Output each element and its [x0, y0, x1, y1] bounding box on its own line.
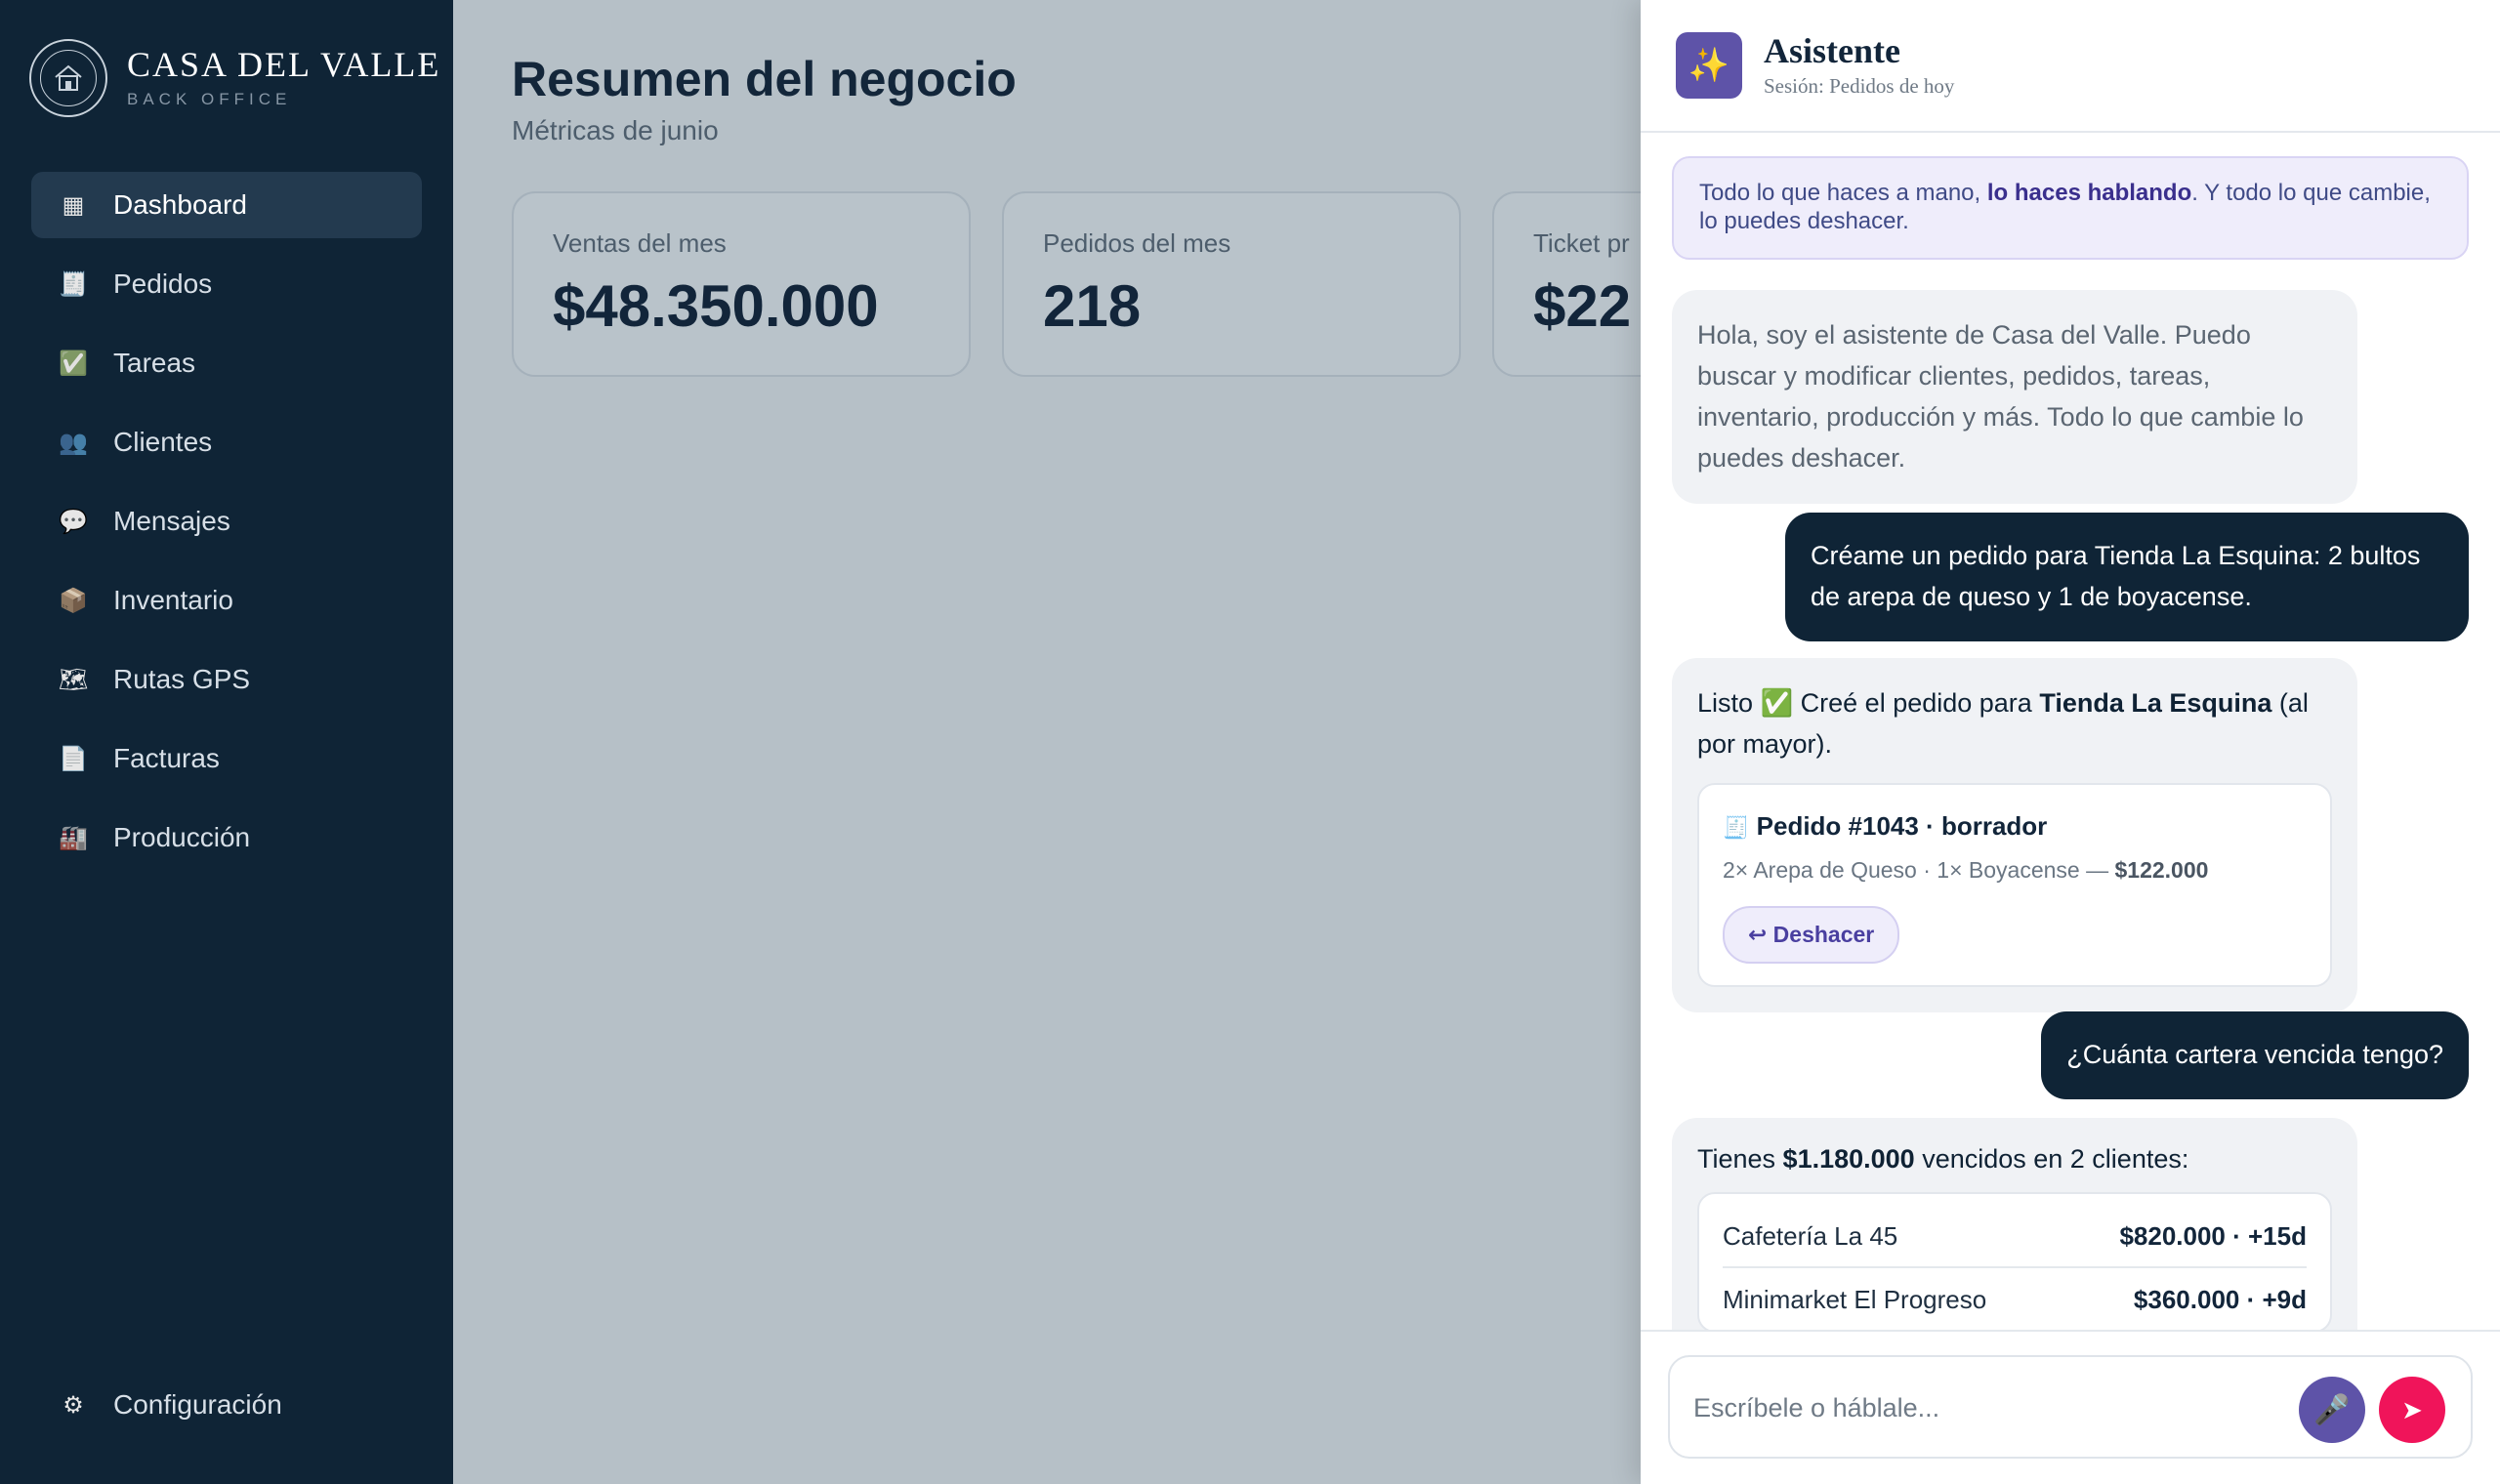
- sidebar-item-label: Pedidos: [113, 268, 213, 299]
- invoice-icon: 📄: [59, 745, 88, 772]
- page-title: Resumen del negocio: [512, 52, 1017, 106]
- debt-amount: $820.000 · +15d: [2119, 1221, 2307, 1252]
- order-title: 🧾 Pedido #1043 · borrador: [1723, 806, 2307, 845]
- send-icon: ➤: [2401, 1394, 2423, 1424]
- message-input[interactable]: [1693, 1386, 2279, 1429]
- brand[interactable]: CASA DEL VALLE BACK OFFICE: [29, 39, 440, 117]
- sidebar: CASA DEL VALLE BACK OFFICE ▦ Dashboard 🧾…: [0, 0, 453, 1484]
- order-card[interactable]: 🧾 Pedido #1043 · borrador 2× Arepa de Qu…: [1697, 782, 2332, 988]
- table-row[interactable]: Cafetería La 45 $820.000 · +15d: [1723, 1206, 2307, 1269]
- assistant-header: ✨ Asistente Sesión: Pedidos de hoy: [1641, 0, 2500, 133]
- sidebar-item-dashboard[interactable]: ▦ Dashboard: [31, 172, 422, 238]
- chat-icon: 💬: [59, 508, 88, 535]
- dashboard-main: Resumen del negocio Métricas de junio Ve…: [453, 0, 1951, 1484]
- debt-total: $1.180.000: [1782, 1144, 1915, 1174]
- metric-label: Ventas del mes: [553, 228, 727, 258]
- message-text: vencidos en 2 clientes:: [1914, 1144, 2189, 1174]
- receipt-icon: 🧾: [59, 270, 88, 298]
- map-icon: 🗺: [58, 666, 89, 693]
- sidebar-item-label: Producción: [113, 822, 251, 852]
- sidebar-item-label: Rutas GPS: [113, 664, 251, 694]
- factory-icon: 🏭: [59, 824, 88, 851]
- brand-logo: [29, 39, 107, 117]
- users-icon: 👥: [59, 429, 88, 456]
- bot-debt-text: Tienes $1.180.000 vencidos en 2 clientes…: [1697, 1143, 2332, 1175]
- assistant-title: Asistente: [1764, 30, 1900, 70]
- metric-value: $48.350.000: [553, 273, 879, 339]
- assistant-panel: ✨ Asistente Sesión: Pedidos de hoy Todo …: [1641, 0, 2500, 1484]
- bot-message-order: Listo ✅ Creé el pedido para Tienda La Es…: [1672, 658, 2357, 1013]
- debt-client: Cafetería La 45: [1723, 1221, 1898, 1252]
- sidebar-item-inventario[interactable]: 📦 Inventario: [31, 567, 422, 634]
- bot-message-greeting: Hola, soy el asistente de Casa del Valle…: [1672, 290, 2357, 505]
- sidebar-item-pedidos[interactable]: 🧾 Pedidos: [31, 251, 422, 317]
- brand-name: CASA DEL VALLE: [127, 45, 441, 84]
- composer: 🎤 ➤: [1668, 1355, 2473, 1459]
- sidebar-item-label: Clientes: [113, 427, 213, 457]
- metric-card-ventas[interactable]: Ventas del mes $48.350.000: [512, 191, 971, 377]
- message-text: Tienes: [1697, 1144, 1783, 1174]
- debt-client: Minimarket El Progreso: [1723, 1285, 1987, 1315]
- brand-subtitle: BACK OFFICE: [127, 90, 292, 108]
- debt-amount: $360.000 · +9d: [2133, 1285, 2307, 1315]
- order-title-text: Pedido #1043 · borrador: [1756, 810, 2048, 841]
- sidebar-item-label: Dashboard: [113, 189, 247, 220]
- assistant-tip: Todo lo que haces a mano, lo haces habla…: [1672, 156, 2469, 260]
- order-detail: 2× Arepa de Queso · 1× Boyacense — $122.…: [1723, 853, 2307, 888]
- sidebar-item-clientes[interactable]: 👥 Clientes: [31, 409, 422, 475]
- sidebar-item-rutas-gps[interactable]: 🗺 Rutas GPS: [31, 646, 422, 713]
- metric-value: 218: [1043, 273, 1142, 339]
- user-message-question: ¿Cuánta cartera vencida tengo?: [2041, 1011, 2469, 1099]
- receipt-icon: 🧾: [1723, 814, 1750, 840]
- message-text: Listo ✅ Creé el pedido para: [1697, 688, 2040, 718]
- sidebar-item-produccion[interactable]: 🏭 Producción: [31, 804, 422, 871]
- sidebar-item-mensajes[interactable]: 💬 Mensajes: [31, 488, 422, 555]
- page-subtitle: Métricas de junio: [512, 115, 719, 145]
- sidebar-nav: ▦ Dashboard 🧾 Pedidos ✅ Tareas 👥 Cliente…: [31, 172, 422, 884]
- chat-thread[interactable]: Todo lo que haces a mano, lo haces habla…: [1641, 134, 2500, 1330]
- order-total: $122.000: [2114, 856, 2209, 883]
- user-message-order: Créame un pedido para Tienda La Esquina:…: [1785, 513, 2469, 641]
- bot-message-debt: Tienes $1.180.000 vencidos en 2 clientes…: [1672, 1118, 2357, 1330]
- assistant-session: Sesión: Pedidos de hoy: [1764, 74, 1955, 99]
- sidebar-item-label: Facturas: [113, 743, 220, 773]
- house-icon: [40, 50, 97, 106]
- sidebar-item-label: Tareas: [113, 348, 196, 378]
- sidebar-item-label: Inventario: [113, 585, 233, 615]
- microphone-icon: 🎤: [2313, 1393, 2351, 1426]
- order-items: 2× Arepa de Queso · 1× Boyacense —: [1723, 856, 2115, 883]
- sidebar-item-tareas[interactable]: ✅ Tareas: [31, 330, 422, 396]
- client-name: Tienda La Esquina: [2039, 688, 2272, 718]
- gear-icon: ⚙: [62, 1391, 84, 1419]
- tip-text: Todo lo que haces a mano,: [1699, 180, 1987, 206]
- undo-button[interactable]: ↩ Deshacer: [1723, 905, 1900, 965]
- sidebar-item-label: Mensajes: [113, 506, 230, 536]
- sidebar-item-configuracion[interactable]: ⚙ Configuración: [31, 1372, 422, 1438]
- dashboard-icon: ▦: [62, 191, 85, 219]
- send-button[interactable]: ➤: [2379, 1377, 2445, 1443]
- sparkles-icon: ✨: [1676, 32, 1742, 99]
- microphone-button[interactable]: 🎤: [2299, 1377, 2365, 1443]
- sidebar-item-facturas[interactable]: 📄 Facturas: [31, 725, 422, 792]
- sidebar-item-label: Configuración: [113, 1389, 282, 1420]
- sidebar-footer: ⚙ Configuración: [31, 1372, 422, 1451]
- table-row[interactable]: Minimarket El Progreso $360.000 · +9d: [1723, 1268, 2307, 1330]
- metric-card-pedidos[interactable]: Pedidos del mes 218: [1002, 191, 1461, 377]
- metric-label: Pedidos del mes: [1043, 228, 1231, 258]
- check-icon: ✅: [59, 350, 88, 377]
- debt-table: Cafetería La 45 $820.000 · +15d Minimark…: [1697, 1192, 2332, 1330]
- box-icon: 📦: [59, 587, 88, 614]
- composer-bar: 🎤 ➤: [1641, 1330, 2500, 1484]
- tip-emphasis: lo haces hablando: [1986, 180, 2192, 206]
- bot-order-text: Listo ✅ Creé el pedido para Tienda La Es…: [1697, 683, 2332, 765]
